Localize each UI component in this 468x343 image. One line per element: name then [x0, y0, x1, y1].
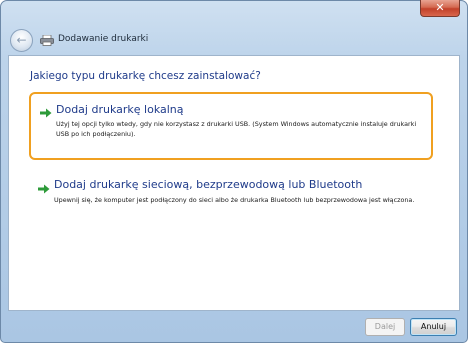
- option-description: Upewnij się, że komputer jest podłączony…: [54, 196, 415, 204]
- option-description: Użyj tej opcji tylko wtedy, gdy nie korz…: [56, 120, 417, 138]
- page-question: Jakiego typu drukarkę chcesz zainstalowa…: [30, 70, 261, 82]
- option-title: Dodaj drukarkę lokalną: [56, 103, 184, 116]
- dialog-footer: Dalej Anuluj: [8, 311, 460, 343]
- green-arrow-icon: [38, 184, 50, 194]
- green-arrow-icon: [40, 108, 52, 118]
- back-arrow-icon: ←: [16, 33, 27, 47]
- close-button[interactable]: ✕: [420, 0, 460, 17]
- content-panel: Jakiego typu drukarkę chcesz zainstalowa…: [8, 55, 460, 311]
- back-button[interactable]: ←: [10, 29, 33, 52]
- option-title: Dodaj drukarkę sieciową, bezprzewodową l…: [54, 178, 363, 191]
- add-printer-dialog: ✕ ← Dodawanie drukarki Jakiego typu druk…: [0, 0, 468, 343]
- printer-icon: [40, 35, 54, 46]
- window-title: Dodawanie drukarki: [58, 34, 149, 44]
- next-button[interactable]: Dalej: [365, 318, 405, 336]
- cancel-button[interactable]: Anuluj: [410, 318, 457, 336]
- close-icon: ✕: [435, 1, 445, 14]
- add-network-printer-option[interactable]: Dodaj drukarkę sieciową, bezprzewodową l…: [29, 178, 433, 238]
- add-local-printer-option[interactable]: Dodaj drukarkę lokalną Użyj tej opcji ty…: [29, 92, 433, 160]
